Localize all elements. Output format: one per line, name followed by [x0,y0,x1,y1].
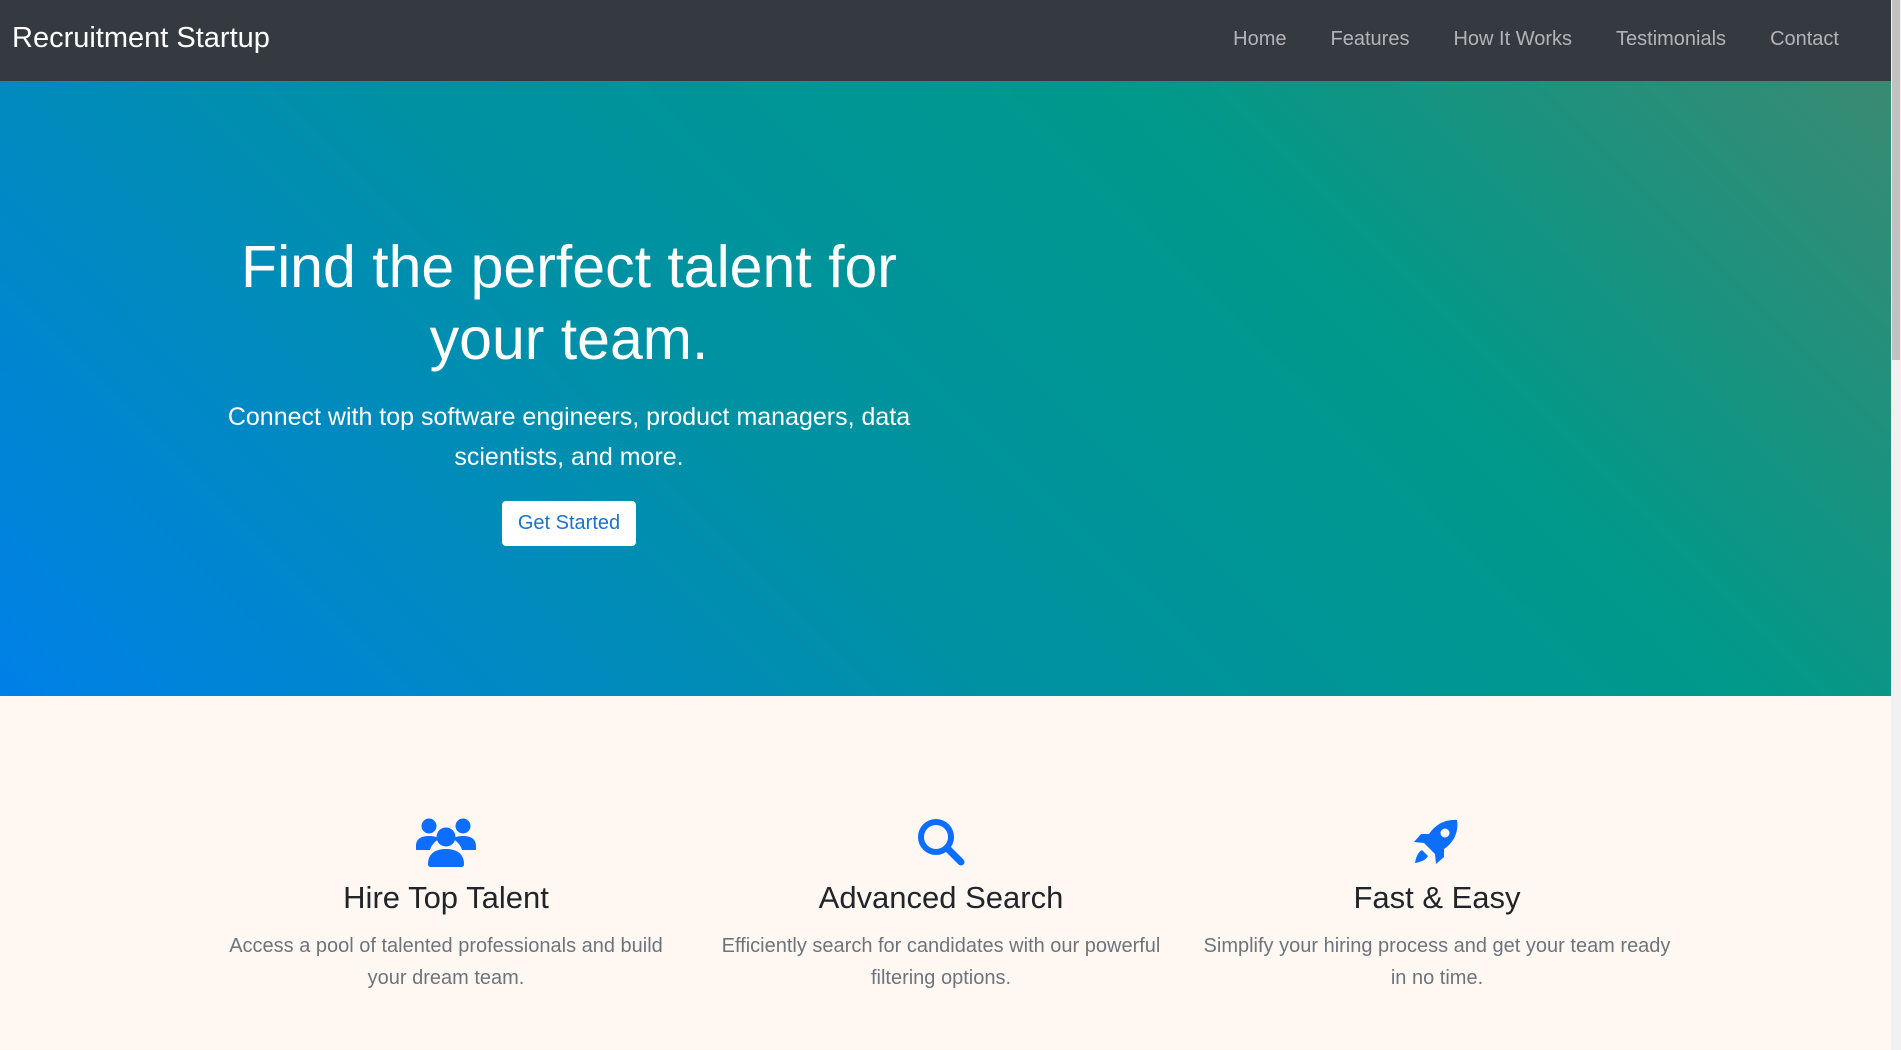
hero-section: Find the perfect talent for your team. C… [0,81,1891,696]
feature-advanced-search: Advanced Search Efficiently search for c… [706,816,1176,994]
nav-link-contact[interactable]: Contact [1748,28,1851,53]
scrollbar-thumb[interactable] [1892,0,1900,360]
feature-fast-easy: Fast & Easy Simplify your hiring process… [1202,816,1672,994]
feature-title: Hire Top Talent [343,880,549,915]
vertical-scrollbar[interactable] [1891,0,1901,1050]
brand-link[interactable]: Recruitment Startup [12,22,270,59]
page: Recruitment Startup Home Features How It… [0,0,1891,1050]
feature-hire-top-talent: Hire Top Talent Access a pool of talente… [211,816,681,994]
search-icon [706,816,1176,868]
navbar: Recruitment Startup Home Features How It… [0,0,1891,81]
hero-lead: Connect with top software engineers, pro… [227,403,911,471]
nav-link-how-it-works[interactable]: How It Works [1431,28,1594,53]
feature-description: Simplify your hiring process and get you… [1203,935,1671,989]
nav-link-home[interactable]: Home [1211,28,1308,53]
feature-description: Access a pool of talented professionals … [229,935,663,989]
features-section: Hire Top Talent Access a pool of talente… [0,696,1891,1050]
hero-title: Find the perfect talent for your team. [241,234,897,372]
nav-menu: Home Features How It Works Testimonials … [1211,28,1851,53]
get-started-button[interactable]: Get Started [501,501,637,546]
users-icon [211,816,681,868]
feature-title: Fast & Easy [1353,880,1521,915]
hero-content: Find the perfect talent for your team. C… [219,231,919,546]
rocket-icon [1202,816,1672,868]
feature-description: Efficiently search for candidates with o… [721,935,1161,989]
nav-link-testimonials[interactable]: Testimonials [1594,28,1748,53]
feature-title: Advanced Search [818,880,1064,915]
nav-link-features[interactable]: Features [1309,28,1432,53]
viewport: Recruitment Startup Home Features How It… [0,0,1901,1050]
